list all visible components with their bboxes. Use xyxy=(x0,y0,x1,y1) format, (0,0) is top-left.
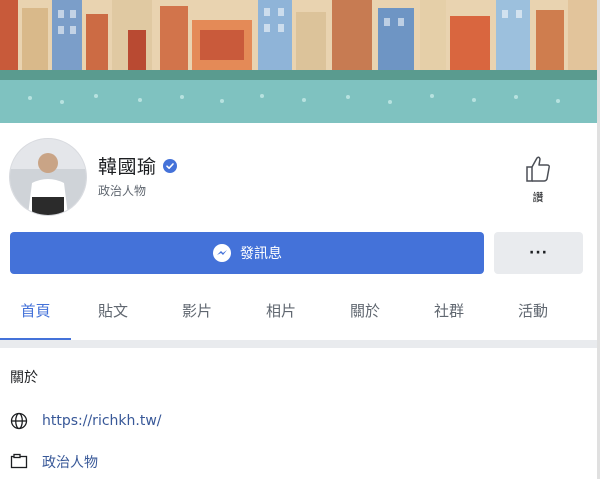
tab-label: 貼文 xyxy=(97,302,128,320)
tab-events[interactable]: 活動 xyxy=(491,290,575,340)
section-divider xyxy=(0,340,600,348)
more-options-button[interactable]: ··· xyxy=(494,232,583,274)
messenger-icon xyxy=(213,244,231,262)
website-row: https://richkh.tw/ xyxy=(10,412,162,430)
category-row: 政治人物 xyxy=(10,452,98,472)
tab-home[interactable]: 首頁 xyxy=(0,290,71,340)
category-icon xyxy=(10,453,28,469)
tab-label: 社群 xyxy=(433,302,464,320)
profile-avatar[interactable] xyxy=(9,138,87,216)
more-options-icon: ··· xyxy=(529,245,548,261)
category-link[interactable]: 政治人物 xyxy=(42,452,98,472)
cover-illustration xyxy=(0,0,600,123)
thumbs-up-icon xyxy=(526,156,550,182)
tab-label: 活動 xyxy=(517,302,548,320)
avatar-image xyxy=(10,139,86,215)
verified-badge-icon xyxy=(162,158,177,173)
tab-about[interactable]: 關於 xyxy=(323,290,407,340)
globe-icon xyxy=(10,412,28,430)
tab-photos[interactable]: 相片 xyxy=(239,290,323,340)
about-section-title: 關於 xyxy=(10,370,38,386)
profile-category: 政治人物 xyxy=(98,184,147,198)
page-title: 韓國瑜 xyxy=(98,156,157,178)
page-tabs: 首頁 貼文 影片 相片 關於 社群 活動 xyxy=(0,290,600,340)
website-link[interactable]: https://richkh.tw/ xyxy=(42,413,162,429)
tab-label: 相片 xyxy=(265,302,296,320)
tab-label: 影片 xyxy=(181,302,212,320)
tab-community[interactable]: 社群 xyxy=(407,290,491,340)
tab-posts[interactable]: 貼文 xyxy=(71,290,155,340)
like-button[interactable]: 讚 xyxy=(518,154,558,205)
tab-label: 首頁 xyxy=(20,302,51,320)
tab-label: 關於 xyxy=(349,302,380,320)
profile-name-row: 韓國瑜 xyxy=(98,152,177,179)
send-message-label: 發訊息 xyxy=(240,246,282,262)
cover-photo[interactable] xyxy=(0,0,600,123)
tab-videos[interactable]: 影片 xyxy=(155,290,239,340)
like-label: 讚 xyxy=(532,191,544,204)
send-message-button[interactable]: 發訊息 xyxy=(10,232,484,274)
